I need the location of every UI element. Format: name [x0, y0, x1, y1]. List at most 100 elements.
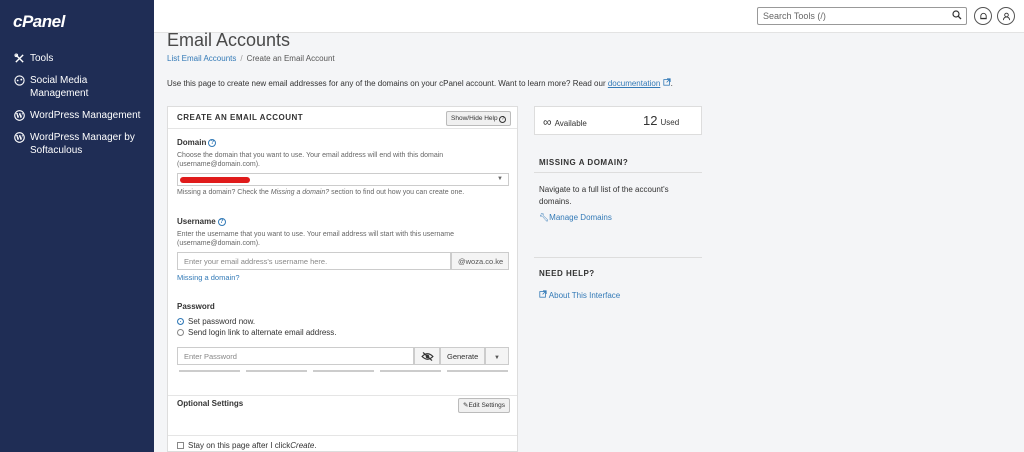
- show-hide-help-button[interactable]: Show/Hide Help ?: [446, 111, 512, 126]
- edit-settings-button[interactable]: ✎Edit Settings: [458, 398, 510, 413]
- divider: [168, 435, 517, 436]
- checkbox-box[interactable]: [177, 442, 184, 449]
- strength-bar-segment: [447, 370, 508, 372]
- edit-settings-label: Edit Settings: [468, 402, 505, 409]
- wordpress-icon: W: [13, 131, 25, 143]
- username-label: Username?: [177, 217, 226, 226]
- search-placeholder: Search Tools (/): [763, 11, 826, 21]
- strength-bar-segment: [246, 370, 307, 372]
- breadcrumb: List Email Accounts / Create an Email Acco…: [167, 54, 335, 63]
- intro-text: Use this page to create new email addres…: [167, 78, 673, 88]
- social-icon: [13, 74, 25, 86]
- show-hide-help-label: Show/Hide Help: [451, 115, 498, 122]
- need-help-heading: NEED HELP?: [539, 269, 595, 278]
- stay-on-page-label: Stay on this page after I click: [188, 441, 291, 450]
- redacted-domain: [180, 177, 250, 183]
- intro-body: Use this page to create new email addres…: [167, 79, 606, 88]
- breadcrumb-separator: /: [240, 54, 243, 63]
- username-label-text: Username: [177, 217, 216, 226]
- optional-settings-label: Optional Settings: [177, 399, 244, 408]
- domain-select[interactable]: ▼: [177, 173, 509, 186]
- sidebar: cPanel Tools Social Media Management W W…: [0, 0, 154, 452]
- top-bar: Search Tools (/): [154, 0, 1024, 33]
- help-icon: ?: [499, 116, 507, 123]
- domain-label-text: Domain: [177, 138, 207, 147]
- available-stat: ∞ Available: [543, 115, 587, 129]
- domain-note-part: Missing a domain? Check the: [177, 189, 271, 196]
- domain-note-emphasis: Missing a domain?: [270, 189, 330, 196]
- search-input[interactable]: Search Tools (/): [757, 7, 967, 25]
- radio-selected[interactable]: [177, 318, 184, 325]
- sidebar-item-wordpress-manager-softaculous[interactable]: W WordPress Manager by Softaculous: [13, 131, 148, 157]
- eye-slash-icon: [421, 352, 434, 363]
- page-title: Email Accounts: [167, 30, 291, 50]
- available-label: Available: [554, 119, 587, 128]
- missing-domain-text: Navigate to a full list of the account's…: [539, 185, 669, 206]
- sidebar-item-wordpress-management[interactable]: W WordPress Management: [13, 109, 148, 122]
- breadcrumb-current: Create an Email Account: [246, 54, 335, 63]
- panel-header: CREATE AN EMAIL ACCOUNT Show/Hide Help ?: [168, 107, 517, 129]
- domain-label: Domain?: [177, 138, 217, 147]
- manage-domains-label: Manage Domains: [549, 213, 612, 222]
- intro-end: .: [670, 79, 673, 88]
- about-interface-link[interactable]: About This Interface: [539, 290, 620, 300]
- password-label: Password: [177, 302, 215, 311]
- create-email-panel: CREATE AN EMAIL ACCOUNT Show/Hide Help ?…: [167, 106, 518, 452]
- used-stat: 12 Used: [643, 113, 679, 128]
- missing-domain-link[interactable]: Missing a domain?: [177, 273, 240, 282]
- domain-missing-note: Missing a domain? Check the Missing a do…: [177, 188, 517, 197]
- sidebar-item-label: Tools: [30, 53, 54, 64]
- about-interface-label: About This Interface: [548, 291, 621, 300]
- sidebar-item-tools[interactable]: Tools: [13, 52, 148, 65]
- dropdown-arrow-icon: ▼: [497, 176, 503, 182]
- radio-send-link-label: Send login link to alternate email addre…: [188, 328, 337, 337]
- stay-on-page-emphasis: Create: [290, 441, 315, 450]
- username-domain-suffix: @woza.co.ke: [451, 252, 509, 270]
- radio-send-login-link[interactable]: Send login link to alternate email addre…: [177, 328, 337, 337]
- toggle-visibility-button[interactable]: [414, 347, 440, 365]
- svg-text:W: W: [14, 133, 23, 141]
- generate-password-button[interactable]: Generate: [440, 347, 485, 365]
- user-account-icon[interactable]: [997, 7, 1015, 25]
- domain-help-icon[interactable]: ?: [208, 138, 217, 147]
- manage-domains-link[interactable]: 🔧︎Manage Domains: [539, 213, 612, 222]
- svg-text:W: W: [14, 111, 23, 119]
- caret-down-icon: ▼: [494, 355, 500, 361]
- radio-set-password-label: Set password now.: [188, 317, 256, 326]
- radio-unselected[interactable]: [177, 329, 184, 336]
- panel-title: CREATE AN EMAIL ACCOUNT: [177, 113, 304, 122]
- strength-bar-segment: [380, 370, 441, 372]
- available-value: ∞: [543, 115, 552, 129]
- username-input[interactable]: Enter your email address's username here…: [177, 252, 451, 270]
- sidebar-item-label: WordPress Management: [30, 110, 141, 121]
- search-icon[interactable]: [952, 10, 962, 22]
- external-link-icon: [539, 290, 547, 300]
- missing-domain-heading: MISSING A DOMAIN?: [539, 158, 629, 167]
- strength-bar-segment: [313, 370, 374, 372]
- sidebar-item-label: Social Media Management: [30, 75, 89, 99]
- notifications-bell-icon[interactable]: [974, 7, 992, 25]
- domain-note-part: section to find out how you can create o…: [329, 189, 465, 196]
- stay-on-page-checkbox[interactable]: Stay on this page after I click Create.: [177, 441, 317, 450]
- account-stats: ∞ Available 12 Used: [534, 106, 702, 135]
- sidebar-item-label: WordPress Manager by Softaculous: [30, 132, 135, 156]
- used-label: Used: [660, 118, 680, 127]
- radio-set-password[interactable]: Set password now.: [177, 317, 255, 326]
- sidebar-item-social-media[interactable]: Social Media Management: [13, 74, 148, 100]
- divider: [534, 257, 702, 258]
- password-input[interactable]: Enter Password: [177, 347, 414, 365]
- wordpress-icon: W: [13, 109, 25, 121]
- tools-icon: [13, 52, 25, 64]
- strength-bar-segment: [179, 370, 240, 372]
- stay-on-page-label-end: .: [314, 441, 317, 450]
- divider: [168, 395, 517, 396]
- breadcrumb-list-email-accounts[interactable]: List Email Accounts: [167, 54, 236, 63]
- username-help-text: Enter the username that you want to use.…: [177, 231, 455, 247]
- divider: [534, 172, 702, 173]
- documentation-link[interactable]: documentation: [608, 79, 660, 88]
- cpanel-logo[interactable]: cPanel: [13, 12, 65, 32]
- used-value: 12: [643, 113, 658, 128]
- username-help-icon[interactable]: ?: [217, 217, 226, 226]
- generate-options-dropdown[interactable]: ▼: [485, 347, 509, 365]
- wrench-icon: 🔧︎: [539, 213, 550, 222]
